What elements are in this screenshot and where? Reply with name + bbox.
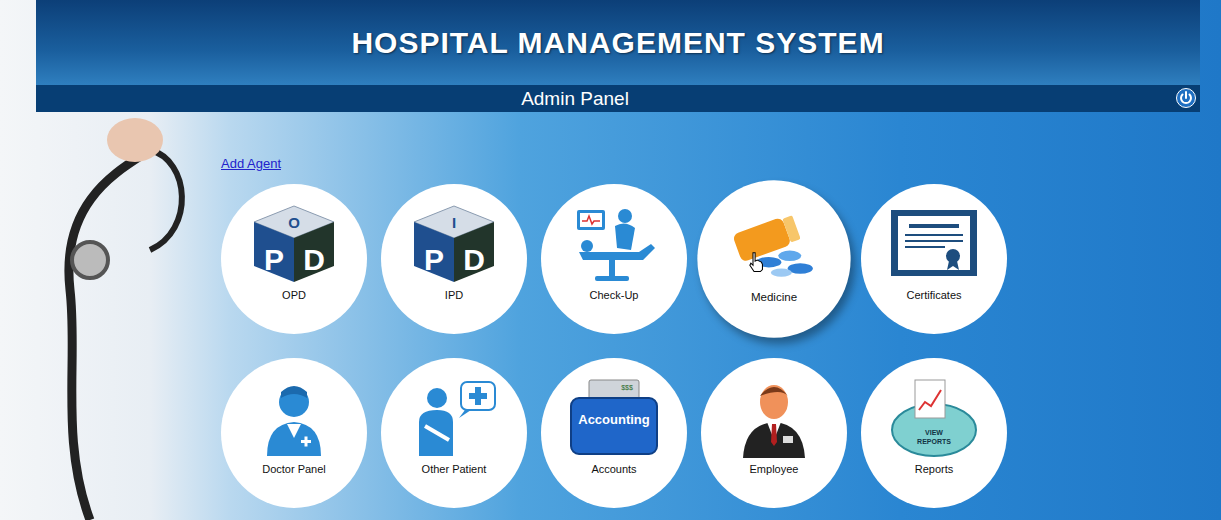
- module-grid: OPD OPD IPD IPD Check-Up Medicine Certif…: [221, 184, 1221, 508]
- accounting-icon: $$$ Accounting: [569, 378, 659, 458]
- cube-icon: OPD: [249, 204, 339, 284]
- svg-text:VIEW: VIEW: [925, 429, 943, 436]
- module-label: IPD: [445, 289, 463, 301]
- module-label: Certificates: [906, 289, 961, 301]
- module-tile[interactable]: OPD OPD: [221, 184, 367, 334]
- svg-text:D: D: [303, 243, 325, 276]
- module-tile[interactable]: VIEW REPORTS Reports: [861, 358, 1007, 508]
- cube-icon: IPD: [409, 204, 499, 284]
- module-label: Other Patient: [422, 463, 487, 475]
- module-tile[interactable]: Check-Up: [541, 184, 687, 334]
- admin-page: HOSPITAL MANAGEMENT SYSTEM Admin Panel A…: [0, 0, 1221, 520]
- patient-icon: [409, 378, 499, 458]
- main-content: Add Agent OPD OPD IPD IPD Check-Up Medic…: [0, 112, 1221, 508]
- module-label: Medicine: [751, 291, 797, 304]
- module-label: Accounts: [591, 463, 636, 475]
- power-icon: [1176, 88, 1196, 108]
- module-label: Reports: [915, 463, 954, 475]
- svg-text:REPORTS: REPORTS: [917, 438, 951, 445]
- certificate-icon: [889, 204, 979, 284]
- medicine-icon: [727, 201, 822, 285]
- module-label: OPD: [282, 289, 306, 301]
- employee-icon: [729, 378, 819, 458]
- hand-cursor-icon: [748, 252, 765, 273]
- module-label: Employee: [750, 463, 799, 475]
- svg-text:P: P: [424, 243, 444, 276]
- module-label: Doctor Panel: [262, 463, 326, 475]
- module-tile[interactable]: Doctor Panel: [221, 358, 367, 508]
- app-title: HOSPITAL MANAGEMENT SYSTEM: [351, 26, 884, 60]
- svg-text:Accounting: Accounting: [578, 412, 650, 427]
- module-tile[interactable]: Certificates: [861, 184, 1007, 334]
- header: HOSPITAL MANAGEMENT SYSTEM: [36, 0, 1200, 85]
- module-label: Check-Up: [590, 289, 639, 301]
- svg-text:I: I: [452, 214, 456, 231]
- add-agent-link[interactable]: Add Agent: [221, 156, 281, 171]
- module-tile[interactable]: Medicine: [697, 180, 850, 338]
- admin-bar: Admin Panel: [36, 85, 1200, 112]
- doctor-icon: [249, 378, 339, 458]
- module-tile[interactable]: IPD IPD: [381, 184, 527, 334]
- panel-title: Admin Panel: [521, 88, 629, 110]
- svg-text:O: O: [288, 214, 300, 231]
- reports-icon: VIEW REPORTS: [889, 378, 979, 458]
- module-tile[interactable]: Employee: [701, 358, 847, 508]
- checkup-icon: [569, 204, 659, 284]
- module-tile[interactable]: Other Patient: [381, 358, 527, 508]
- power-button[interactable]: [1176, 88, 1196, 108]
- svg-text:$$$: $$$: [621, 384, 633, 391]
- svg-text:D: D: [463, 243, 485, 276]
- module-tile[interactable]: $$$ Accounting Accounts: [541, 358, 687, 508]
- svg-text:P: P: [264, 243, 284, 276]
